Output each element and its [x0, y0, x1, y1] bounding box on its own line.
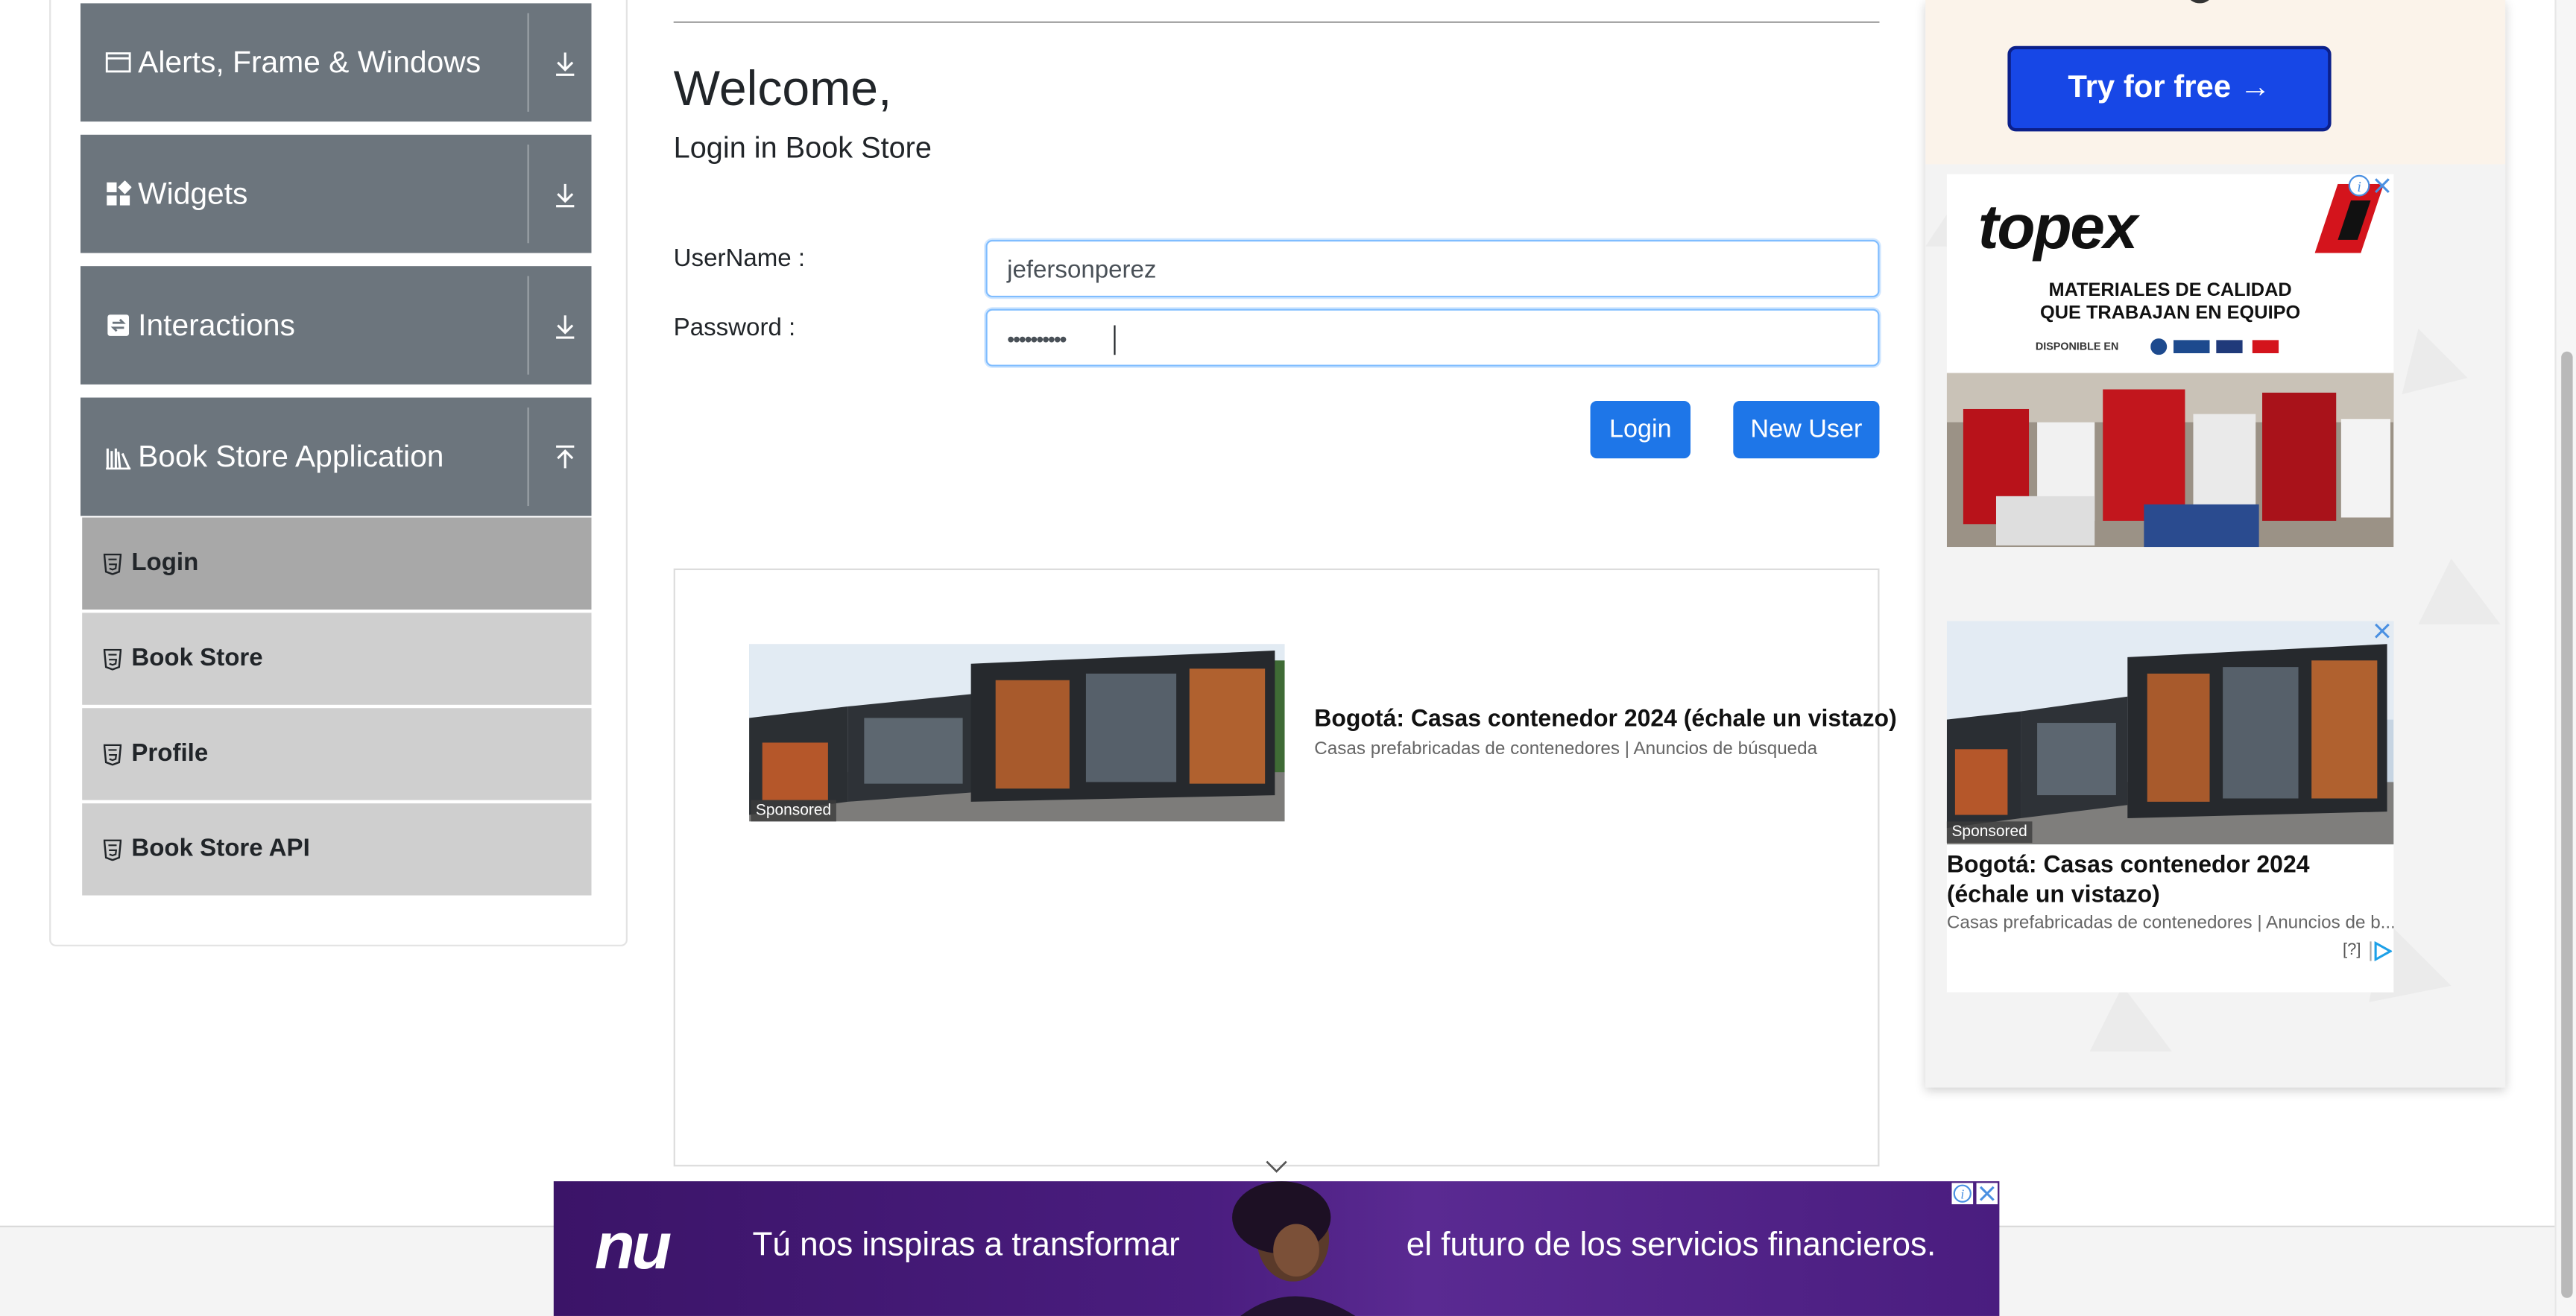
right-ads-column: Try for free → topex MATERIALES DE CALID… [1925, 0, 2506, 1088]
divider [527, 145, 529, 244]
card-description: Casas prefabricadas de contenedores | An… [1946, 913, 2394, 934]
password-value: •••••••••• [1007, 326, 1067, 352]
adchoices-info[interactable]: i [2348, 174, 2394, 206]
window-icon [105, 52, 131, 73]
sidebar-item-profile[interactable]: Profile [82, 708, 592, 800]
download-arrow-icon [556, 52, 575, 76]
sidebar-item-book-store[interactable]: Book Store [82, 613, 592, 705]
accordion-label: Widgets [138, 175, 248, 211]
password-label: Password : [673, 314, 796, 342]
topex-products-image [1946, 373, 2394, 548]
header-divider [673, 21, 1880, 23]
topex-tagline-1: MATERIALES DE CALIDAD [2048, 281, 2292, 301]
accordion-widgets[interactable]: Widgets [80, 134, 592, 253]
html5-icon [103, 553, 122, 575]
divider [527, 13, 529, 112]
new-user-button[interactable]: New User [1733, 400, 1880, 459]
page-title: Welcome, [673, 62, 892, 117]
banner-text-right: el futuro de los servicios financieros. [1406, 1227, 1936, 1264]
accordion-label: Alerts, Frame & Windows [138, 44, 482, 79]
info-icon: i [2348, 174, 2390, 197]
card-sponsored-label: Sponsored [1946, 821, 2033, 844]
svg-text:i: i [2357, 179, 2361, 195]
username-value: jefersonperez [1007, 256, 1157, 285]
scrollbar-thumb[interactable] [2561, 351, 2573, 1298]
sidebar-item-label: Profile [131, 739, 209, 768]
books-icon [106, 448, 131, 470]
ad-image-container-houses[interactable] [749, 644, 1285, 822]
banner-ad-controls[interactable]: i [1951, 1183, 1998, 1214]
topex-tagline-2: QUE TRABAJAN EN EQUIPO [2039, 303, 2301, 324]
sponsored-label: Sponsored [751, 800, 836, 822]
login-button[interactable]: Login [1590, 400, 1691, 459]
adchoices-icon[interactable] [2369, 941, 2393, 961]
sidebar-item-login[interactable]: Login [82, 517, 592, 610]
divider [527, 276, 529, 375]
card-headline: Bogotá: Casas contenedor 2024 (échale un… [1946, 852, 2310, 909]
sidebar-item-label: Login [131, 548, 199, 577]
info-icon: i [1951, 1183, 1998, 1205]
accordion-label: Book Store Application [138, 438, 444, 473]
grid-icon [107, 180, 132, 206]
username-label: UserName : [673, 244, 806, 273]
card-image-container-houses [1946, 621, 2394, 845]
chevron-down-icon[interactable] [1265, 1160, 1288, 1175]
topex-logo: topex [1977, 194, 2138, 263]
html5-icon [103, 744, 122, 766]
try-for-free-button[interactable]: Try for free → [2007, 45, 2332, 132]
accordion-label: Interactions [138, 307, 295, 342]
sidebar-item-book-store-api[interactable]: Book Store API [82, 803, 592, 896]
svg-text:i: i [1960, 1186, 1964, 1201]
html5-icon [103, 648, 122, 671]
topex-ad[interactable]: topex MATERIALES DE CALIDAD QUE TRABAJAN… [1946, 174, 2394, 548]
page: Alerts, Frame & Windows Widgets Interact… [0, 0, 2576, 1316]
download-arrow-icon [556, 315, 575, 339]
nu-logo: nu [594, 1210, 672, 1283]
accordion-book-store-application[interactable]: Book Store Application [80, 397, 592, 516]
password-field[interactable]: •••••••••• [985, 309, 1880, 367]
topex-availability: DISPONIBLE EN [2035, 341, 2119, 354]
upload-arrow-icon [556, 445, 575, 469]
close-icon[interactable] [2373, 621, 2392, 640]
sidebar-item-label: Book Store API [131, 834, 310, 863]
page-subtitle: Login in Book Store [673, 131, 932, 165]
retailer-logos [2150, 338, 2279, 355]
html5-icon [103, 839, 122, 861]
banner-text-left: Tú nos inspiras a transformar [752, 1227, 1180, 1264]
text-caret [1114, 325, 1116, 355]
ad-description: Casas prefabricadas de contenedores | An… [1314, 739, 1818, 759]
sponsored-card[interactable]: Sponsored Bogotá: Casas contenedor 2024 … [1946, 621, 2394, 993]
card-info-link[interactable]: [?] [2343, 941, 2361, 959]
accordion-alerts-frame-windows[interactable]: Alerts, Frame & Windows [80, 3, 592, 122]
bottom-banner-ad[interactable]: nu Tú nos inspiras a transformar el futu… [553, 1181, 2000, 1316]
ad-headline[interactable]: Bogotá: Casas contenedor 2024 (échale un… [1314, 706, 1896, 733]
sidebar-item-label: Book Store [131, 644, 263, 672]
banner-person-image [1232, 1181, 1356, 1316]
accordion-interactions[interactable]: Interactions [80, 266, 592, 385]
divider [527, 407, 529, 507]
username-field[interactable]: jefersonperez [985, 239, 1880, 298]
download-arrow-icon [556, 183, 575, 208]
interactions-icon [107, 314, 130, 336]
